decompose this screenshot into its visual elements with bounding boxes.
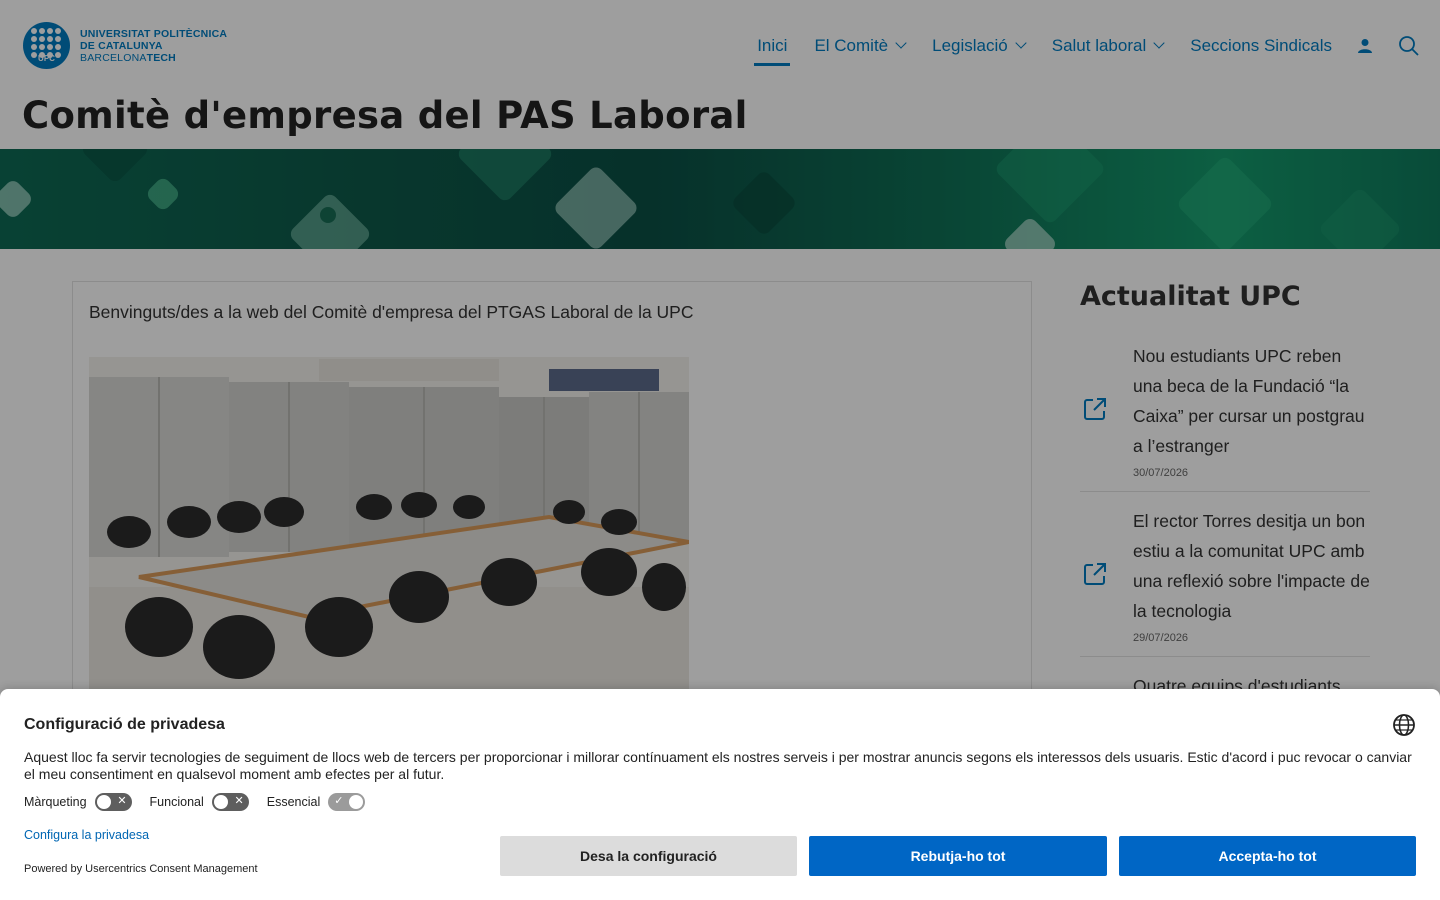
- toggle-knob: [96, 795, 111, 809]
- save-settings-button[interactable]: Desa la configuració: [500, 836, 797, 876]
- consent-description: Aquest lloc fa servir tecnologies de seg…: [24, 749, 1412, 782]
- consent-title: Configuració de privadesa: [24, 716, 225, 733]
- toggle-label-essential: Essencial: [266, 795, 321, 809]
- language-globe-icon[interactable]: [1392, 713, 1416, 737]
- check-icon: ✓: [334, 795, 344, 807]
- powered-by-text: Powered by Usercentrics Consent Manageme…: [24, 863, 258, 875]
- privacy-consent-banner: Configuració de privadesa Aquest lloc fa…: [0, 689, 1440, 900]
- x-icon: ✕: [234, 795, 244, 807]
- toggle-label-marketing: Màrqueting: [24, 795, 87, 809]
- consent-categories: Màrqueting ✕ Funcional ✕ Essencial ✓: [24, 793, 383, 811]
- deny-all-button[interactable]: Rebutja-ho tot: [809, 836, 1107, 876]
- configure-privacy-link[interactable]: Configura la privadesa: [24, 828, 149, 842]
- x-icon: ✕: [117, 795, 127, 807]
- marketing-toggle[interactable]: ✕: [94, 793, 132, 811]
- toggle-knob: [349, 795, 364, 809]
- essential-toggle: ✓: [328, 793, 366, 811]
- toggle-label-functional: Funcional: [149, 795, 204, 809]
- functional-toggle[interactable]: ✕: [211, 793, 249, 811]
- accept-all-button[interactable]: Accepta-ho tot: [1119, 836, 1416, 876]
- toggle-knob: [213, 795, 228, 809]
